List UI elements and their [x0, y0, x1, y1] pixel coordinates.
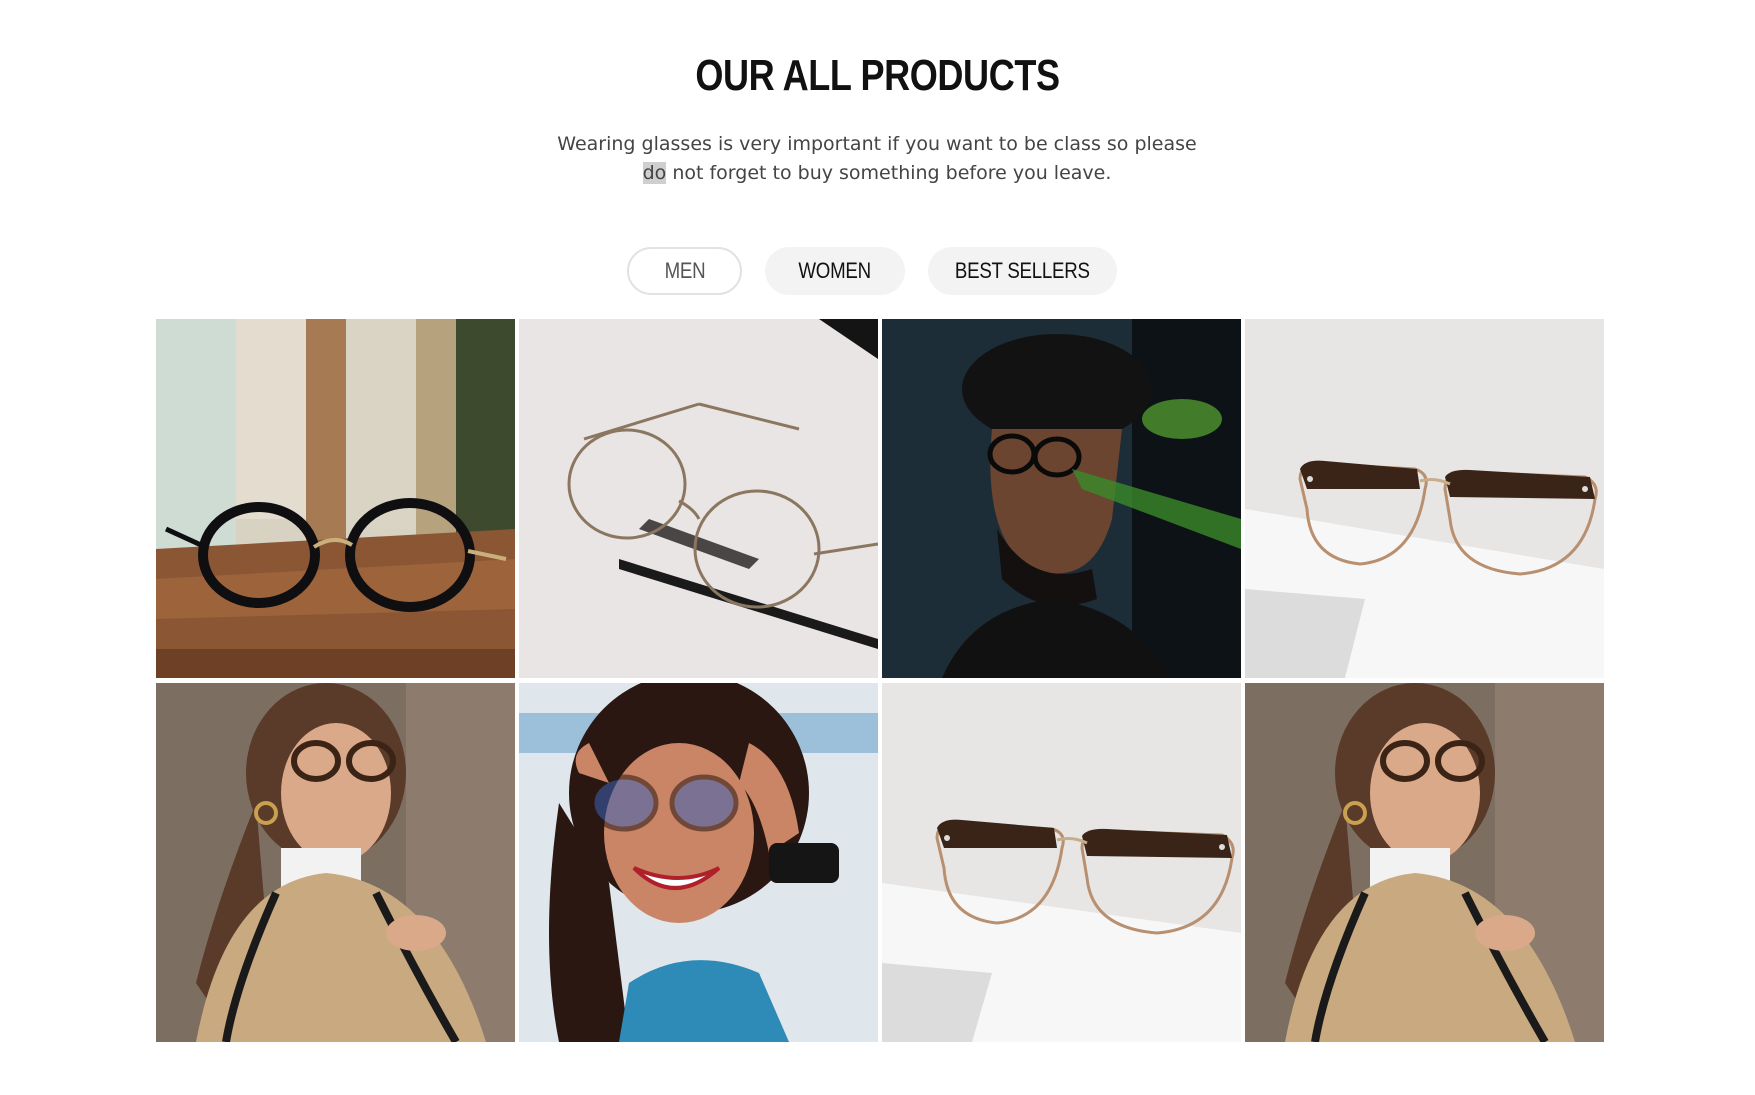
product-image-woman-tortoise-glasses	[156, 683, 515, 1042]
product-image-tortoise-browline-glasses	[1245, 319, 1604, 678]
product-image-gold-wire-glasses	[519, 319, 878, 678]
product-tile-4[interactable]	[1245, 319, 1604, 678]
product-tile-2[interactable]	[519, 319, 878, 678]
product-tile-6[interactable]	[519, 683, 878, 1042]
product-tile-3[interactable]	[882, 319, 1241, 678]
filter-tab-best-sellers-label: BEST SELLERS	[955, 258, 1090, 283]
product-image-man-hat-glasses	[882, 319, 1241, 678]
product-tile-1[interactable]	[156, 319, 515, 678]
section-subtitle: Wearing glasses is very important if you…	[527, 130, 1227, 188]
product-tile-5[interactable]	[156, 683, 515, 1042]
filter-tab-men[interactable]: MEN	[627, 247, 742, 295]
filter-tab-men-label: MEN	[664, 258, 705, 283]
product-tile-7[interactable]	[882, 683, 1241, 1042]
subtitle-highlight: do	[642, 162, 667, 184]
product-image-smiling-woman-glasses	[519, 683, 878, 1042]
product-image-round-black-glasses	[156, 319, 515, 678]
product-filter-tabs: MEN WOMEN BEST SELLERS	[0, 247, 1755, 295]
product-tile-8[interactable]	[1245, 683, 1604, 1042]
product-image-woman-tortoise-glasses-2	[1245, 683, 1604, 1042]
section-title: OUR ALL PRODUCTS	[695, 51, 1060, 100]
subtitle-line-2: not forget to buy something before you l…	[666, 162, 1112, 184]
filter-tab-women[interactable]: WOMEN	[765, 247, 905, 295]
product-grid	[156, 319, 1604, 1043]
subtitle-line-1: Wearing glasses is very important if you…	[557, 133, 1197, 155]
product-image-tortoise-browline-glasses-2	[882, 683, 1241, 1042]
filter-tab-women-label: WOMEN	[798, 258, 872, 283]
filter-tab-best-sellers[interactable]: BEST SELLERS	[928, 247, 1117, 295]
